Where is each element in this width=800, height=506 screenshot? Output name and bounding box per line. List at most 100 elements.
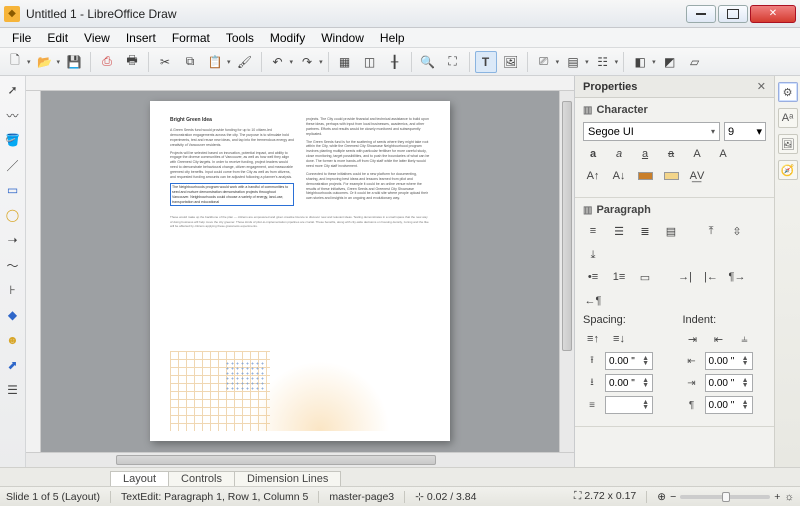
menu-insert[interactable]: Insert bbox=[118, 30, 164, 46]
fill-color-tool[interactable]: 🪣 bbox=[3, 130, 23, 150]
window-maximize-button[interactable] bbox=[718, 5, 748, 23]
grid-button[interactable]: ▦ bbox=[334, 51, 356, 73]
increase-font-button[interactable]: A↑ bbox=[583, 167, 603, 185]
menu-modify[interactable]: Modify bbox=[262, 30, 313, 46]
font-name-combo[interactable]: Segoe UI▾ bbox=[583, 122, 720, 141]
new-button[interactable]: 🗋 bbox=[4, 51, 26, 73]
font-color-button[interactable] bbox=[635, 167, 655, 185]
page-canvas[interactable]: Bright Green Idea A Green Seeds fund wou… bbox=[150, 101, 450, 441]
strikethrough-button[interactable]: a bbox=[661, 145, 681, 163]
indent-after-input[interactable]: 0.00 "▲▼ bbox=[705, 374, 753, 392]
menu-help[interactable]: Help bbox=[372, 30, 413, 46]
rtl-button[interactable]: ←¶ bbox=[583, 292, 603, 310]
cut-button[interactable]: ✂ bbox=[154, 51, 176, 73]
selected-text-frame[interactable]: The Neighbourhoods program would work wi… bbox=[170, 183, 294, 207]
tab-layout[interactable]: Layout bbox=[110, 471, 169, 486]
arrange-button[interactable]: ▤ bbox=[562, 51, 584, 73]
bullets-button[interactable]: •≡ bbox=[583, 268, 603, 286]
ltr-button[interactable]: ¶→ bbox=[727, 268, 747, 286]
print-button[interactable]: 🖶 bbox=[121, 51, 143, 73]
zoom-control[interactable]: ⊕ − + ☼ bbox=[657, 491, 794, 503]
valign-top-button[interactable]: ⤒ bbox=[701, 222, 721, 240]
guides-button[interactable]: ╂ bbox=[384, 51, 406, 73]
vertical-scrollbar[interactable] bbox=[559, 91, 574, 452]
shadow-button[interactable]: ◧ bbox=[629, 51, 651, 73]
rect-tool[interactable]: ▭ bbox=[3, 180, 23, 200]
panel-close-icon[interactable]: ✕ bbox=[757, 80, 766, 93]
align-center-button[interactable]: ☰ bbox=[609, 222, 629, 240]
tab-controls[interactable]: Controls bbox=[168, 471, 235, 486]
valign-middle-button[interactable]: ⇳ bbox=[727, 222, 747, 240]
paste-button[interactable]: 📋 bbox=[204, 51, 226, 73]
numbering-button[interactable]: 1≡ bbox=[609, 268, 629, 286]
arrow-tool[interactable]: ➝ bbox=[3, 230, 23, 250]
font-size-spin[interactable]: 9▾ bbox=[724, 122, 766, 141]
flowchart-tool[interactable]: ☰ bbox=[3, 380, 23, 400]
dec-indent-button[interactable]: ⇤ bbox=[709, 330, 729, 348]
highlight-color-button[interactable] bbox=[661, 167, 681, 185]
filter-button[interactable]: ▱ bbox=[684, 51, 706, 73]
bold-button[interactable]: a bbox=[583, 145, 603, 163]
align-right-button[interactable]: ≣ bbox=[635, 222, 655, 240]
open-button[interactable]: 📂 bbox=[34, 51, 56, 73]
distribute-button[interactable]: ☷ bbox=[592, 51, 614, 73]
menu-view[interactable]: View bbox=[76, 30, 118, 46]
space-below-input[interactable]: 0.00 "▲▼ bbox=[605, 374, 653, 392]
select-tool[interactable]: ➚ bbox=[3, 80, 23, 100]
valign-bottom-button[interactable]: ⤓ bbox=[583, 246, 603, 264]
crop-button[interactable]: ◩ bbox=[659, 51, 681, 73]
zoom-tool-button[interactable]: 🔍 bbox=[417, 51, 439, 73]
line-color-tool[interactable]: 〰 bbox=[3, 105, 23, 125]
dec-para-spacing-button[interactable]: ≡↓ bbox=[609, 330, 629, 348]
snap-button[interactable]: ◫ bbox=[359, 51, 381, 73]
export-pdf-button[interactable]: ⎙ bbox=[96, 51, 118, 73]
menu-file[interactable]: File bbox=[4, 30, 39, 46]
tab-dimension-lines[interactable]: Dimension Lines bbox=[234, 471, 341, 486]
dock-gallery-icon[interactable]: 🖼 bbox=[778, 134, 798, 154]
align-justify-button[interactable]: ▤ bbox=[661, 222, 681, 240]
indent-before-input[interactable]: 0.00 "▲▼ bbox=[705, 352, 753, 370]
decrease-font-button[interactable]: A↓ bbox=[609, 167, 629, 185]
bg-color-button[interactable]: ▭ bbox=[635, 268, 655, 286]
window-close-button[interactable] bbox=[750, 5, 796, 23]
copy-button[interactable]: ⧉ bbox=[179, 51, 201, 73]
decrease-indent-button[interactable]: |← bbox=[701, 268, 721, 286]
menu-tools[interactable]: Tools bbox=[218, 30, 262, 46]
dock-properties-icon[interactable]: ⚙ bbox=[778, 82, 798, 102]
block-arrows-tool[interactable]: ⬈ bbox=[3, 355, 23, 375]
menu-format[interactable]: Format bbox=[164, 30, 218, 46]
space-above-input[interactable]: 0.00 "▲▼ bbox=[605, 352, 653, 370]
horizontal-ruler[interactable] bbox=[26, 76, 574, 91]
save-button[interactable]: 💾 bbox=[63, 51, 85, 73]
text-tool-button[interactable]: T bbox=[475, 51, 497, 73]
line-spacing-input[interactable]: ▲▼ bbox=[605, 396, 653, 414]
redo-button[interactable]: ↷ bbox=[296, 51, 318, 73]
dock-navigator-icon[interactable]: 🧭 bbox=[778, 160, 798, 180]
increase-indent-button[interactable]: →| bbox=[675, 268, 695, 286]
align-button[interactable]: ⎚ bbox=[533, 51, 555, 73]
menu-edit[interactable]: Edit bbox=[39, 30, 76, 46]
basic-shapes-tool[interactable]: ◆ bbox=[3, 305, 23, 325]
shadow-text-button[interactable]: A bbox=[687, 145, 707, 163]
inc-indent-button[interactable]: ⇥ bbox=[683, 330, 703, 348]
connector-tool[interactable]: ⊦ bbox=[3, 280, 23, 300]
horizontal-scrollbar[interactable] bbox=[26, 452, 574, 467]
zoom-slider[interactable] bbox=[680, 495, 770, 499]
vertical-ruler[interactable] bbox=[26, 91, 41, 452]
ellipse-tool[interactable]: ◯ bbox=[3, 205, 23, 225]
underline-button[interactable]: a bbox=[635, 145, 655, 163]
undo-button[interactable]: ↶ bbox=[267, 51, 289, 73]
outline-text-button[interactable]: A bbox=[713, 145, 733, 163]
align-left-button[interactable]: ≡ bbox=[583, 222, 603, 240]
zoom-page-button[interactable]: ⛶ bbox=[442, 51, 464, 73]
image-button[interactable]: 🖼 bbox=[500, 51, 522, 73]
curve-tool[interactable]: 〜 bbox=[3, 255, 23, 275]
indent-first-input[interactable]: 0.00 "▲▼ bbox=[705, 396, 753, 414]
character-spacing-button[interactable]: A͟V bbox=[687, 167, 707, 185]
clone-format-button[interactable]: 🖌 bbox=[234, 51, 256, 73]
line-tool[interactable]: ／ bbox=[3, 155, 23, 175]
zoom-fit-icon[interactable]: ⊕ bbox=[657, 491, 666, 503]
italic-button[interactable]: a bbox=[609, 145, 629, 163]
symbol-shapes-tool[interactable]: ☻ bbox=[3, 330, 23, 350]
zoom-value[interactable]: ☼ bbox=[784, 491, 794, 503]
